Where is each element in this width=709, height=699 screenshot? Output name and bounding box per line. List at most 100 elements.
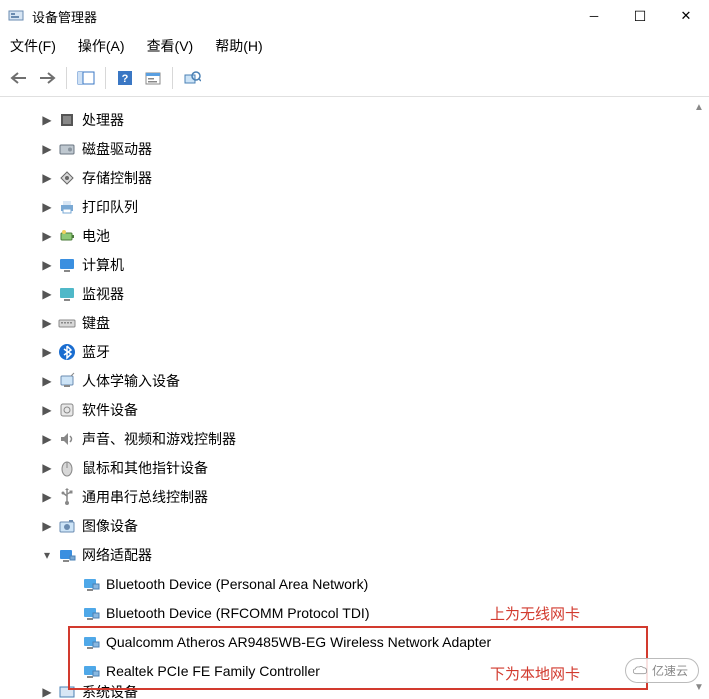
- menu-view[interactable]: 查看(V): [147, 36, 194, 56]
- annotation-bottom: 下为本地网卡: [490, 663, 580, 684]
- category-label: 存储控制器: [82, 168, 152, 188]
- nav-back-button[interactable]: [6, 66, 32, 90]
- device-tree: ▲ ▼ ▶处理器▶磁盘驱动器▶存储控制器▶打印队列▶电池▶计算机▶监视器▶键盘▶…: [0, 97, 709, 697]
- category-bt[interactable]: ▶ 蓝牙: [4, 337, 709, 366]
- expander-icon[interactable]: ▶: [40, 229, 54, 243]
- category-cpu[interactable]: ▶ 处理器: [4, 105, 709, 134]
- category-storage[interactable]: ▶ 存储控制器: [4, 163, 709, 192]
- category-label: 声音、视频和游戏控制器: [82, 429, 236, 449]
- expander-icon[interactable]: ▶: [40, 171, 54, 185]
- storage-icon: [58, 169, 76, 187]
- usb-icon: [58, 488, 76, 506]
- toolbar-separator: [105, 67, 106, 89]
- category-label: 键盘: [82, 313, 110, 333]
- category-soft[interactable]: ▶ 软件设备: [4, 395, 709, 424]
- expander-icon[interactable]: ▶: [40, 403, 54, 417]
- speaker-icon: [58, 430, 76, 448]
- cpu-icon: [58, 111, 76, 129]
- category-label: 电池: [82, 226, 110, 246]
- maximize-button[interactable]: [617, 0, 663, 32]
- watermark-text: 亿速云: [652, 662, 688, 679]
- category-label: 打印队列: [82, 197, 138, 217]
- network-icon: [58, 546, 76, 564]
- window-controls: [571, 0, 709, 32]
- monitor-teal-icon: [58, 285, 76, 303]
- category-label: 鼠标和其他指针设备: [82, 458, 208, 478]
- device-label: Bluetooth Device (RFCOMM Protocol TDI): [106, 605, 369, 621]
- category-label: 磁盘驱动器: [82, 139, 152, 159]
- category-label: 通用串行总线控制器: [82, 487, 208, 507]
- show-hide-console-tree-button[interactable]: [73, 66, 99, 90]
- category-hid[interactable]: ▶人体学输入设备: [4, 366, 709, 395]
- nav-forward-button[interactable]: [34, 66, 60, 90]
- camera-icon: [58, 517, 76, 535]
- network-adapter-icon: [82, 575, 100, 593]
- category-label: 图像设备: [82, 516, 138, 536]
- category-printq[interactable]: ▶ 打印队列: [4, 192, 709, 221]
- expander-icon[interactable]: ▾: [40, 548, 54, 562]
- expander-icon[interactable]: ▶: [40, 374, 54, 388]
- help-button[interactable]: ?: [112, 66, 138, 90]
- category-label: 网络适配器: [82, 545, 152, 565]
- minimize-button[interactable]: [571, 0, 617, 32]
- menubar: 文件(F) 操作(A) 查看(V) 帮助(H): [0, 32, 709, 62]
- app-icon: [8, 8, 24, 24]
- network-device-0[interactable]: Bluetooth Device (Personal Area Network): [4, 569, 709, 598]
- category-computer[interactable]: ▶ 计算机: [4, 250, 709, 279]
- scroll-up-button[interactable]: ▲: [691, 99, 707, 115]
- expander-icon[interactable]: ▶: [40, 258, 54, 272]
- category-label: 监视器: [82, 284, 124, 304]
- software-icon: [58, 401, 76, 419]
- printer-icon: [58, 198, 76, 216]
- scrollbar[interactable]: ▲ ▼: [691, 97, 707, 697]
- scroll-down-button[interactable]: ▼: [691, 679, 707, 695]
- category-keyboard[interactable]: ▶ 键盘: [4, 308, 709, 337]
- toolbar-separator: [172, 67, 173, 89]
- category-mouse[interactable]: ▶ 鼠标和其他指针设备: [4, 453, 709, 482]
- close-button[interactable]: [663, 0, 709, 32]
- category-label: 软件设备: [82, 400, 138, 420]
- category-image[interactable]: ▶ 图像设备: [4, 511, 709, 540]
- mouse-icon: [58, 459, 76, 477]
- category-disk[interactable]: ▶ 磁盘驱动器: [4, 134, 709, 163]
- menu-action[interactable]: 操作(A): [78, 36, 125, 56]
- menu-help[interactable]: 帮助(H): [215, 36, 262, 56]
- category-label: 计算机: [82, 255, 124, 275]
- expander-icon[interactable]: ▶: [40, 432, 54, 446]
- battery-icon: [58, 227, 76, 245]
- toolbar-separator: [66, 67, 67, 89]
- expander-icon[interactable]: ▶: [40, 113, 54, 127]
- expander-icon[interactable]: ▶: [40, 685, 54, 699]
- titlebar: 设备管理器: [0, 0, 709, 32]
- expander-icon[interactable]: ▶: [40, 316, 54, 330]
- annotation-top: 上为无线网卡: [490, 603, 580, 624]
- expander-icon[interactable]: ▶: [40, 287, 54, 301]
- hid-icon: [58, 372, 76, 390]
- expander-icon[interactable]: ▶: [40, 142, 54, 156]
- category-monitor[interactable]: ▶ 监视器: [4, 279, 709, 308]
- menu-file[interactable]: 文件(F): [10, 36, 56, 56]
- keyboard-icon: [58, 314, 76, 332]
- category-net[interactable]: ▾ 网络适配器: [4, 540, 709, 569]
- scan-hardware-button[interactable]: [179, 66, 205, 90]
- svg-text:?: ?: [122, 73, 129, 85]
- network-device-1[interactable]: Bluetooth Device (RFCOMM Protocol TDI): [4, 598, 709, 627]
- expander-icon[interactable]: ▶: [40, 461, 54, 475]
- bluetooth-icon: [58, 343, 76, 361]
- expander-icon[interactable]: ▶: [40, 519, 54, 533]
- expander-icon[interactable]: ▶: [40, 490, 54, 504]
- expander-icon[interactable]: ▶: [40, 200, 54, 214]
- device-label: Bluetooth Device (Personal Area Network): [106, 576, 368, 592]
- category-label: 蓝牙: [82, 342, 110, 362]
- category-sound[interactable]: ▶ 声音、视频和游戏控制器: [4, 424, 709, 453]
- expander-icon[interactable]: ▶: [40, 345, 54, 359]
- properties-button[interactable]: [140, 66, 166, 90]
- window-title: 设备管理器: [32, 7, 97, 26]
- monitor-blue-icon: [58, 256, 76, 274]
- category-usb[interactable]: ▶ 通用串行总线控制器: [4, 482, 709, 511]
- disk-icon: [58, 140, 76, 158]
- toolbar: ?: [0, 62, 709, 97]
- watermark: 亿速云: [625, 658, 699, 683]
- category-label: 处理器: [82, 110, 124, 130]
- category-battery[interactable]: ▶ 电池: [4, 221, 709, 250]
